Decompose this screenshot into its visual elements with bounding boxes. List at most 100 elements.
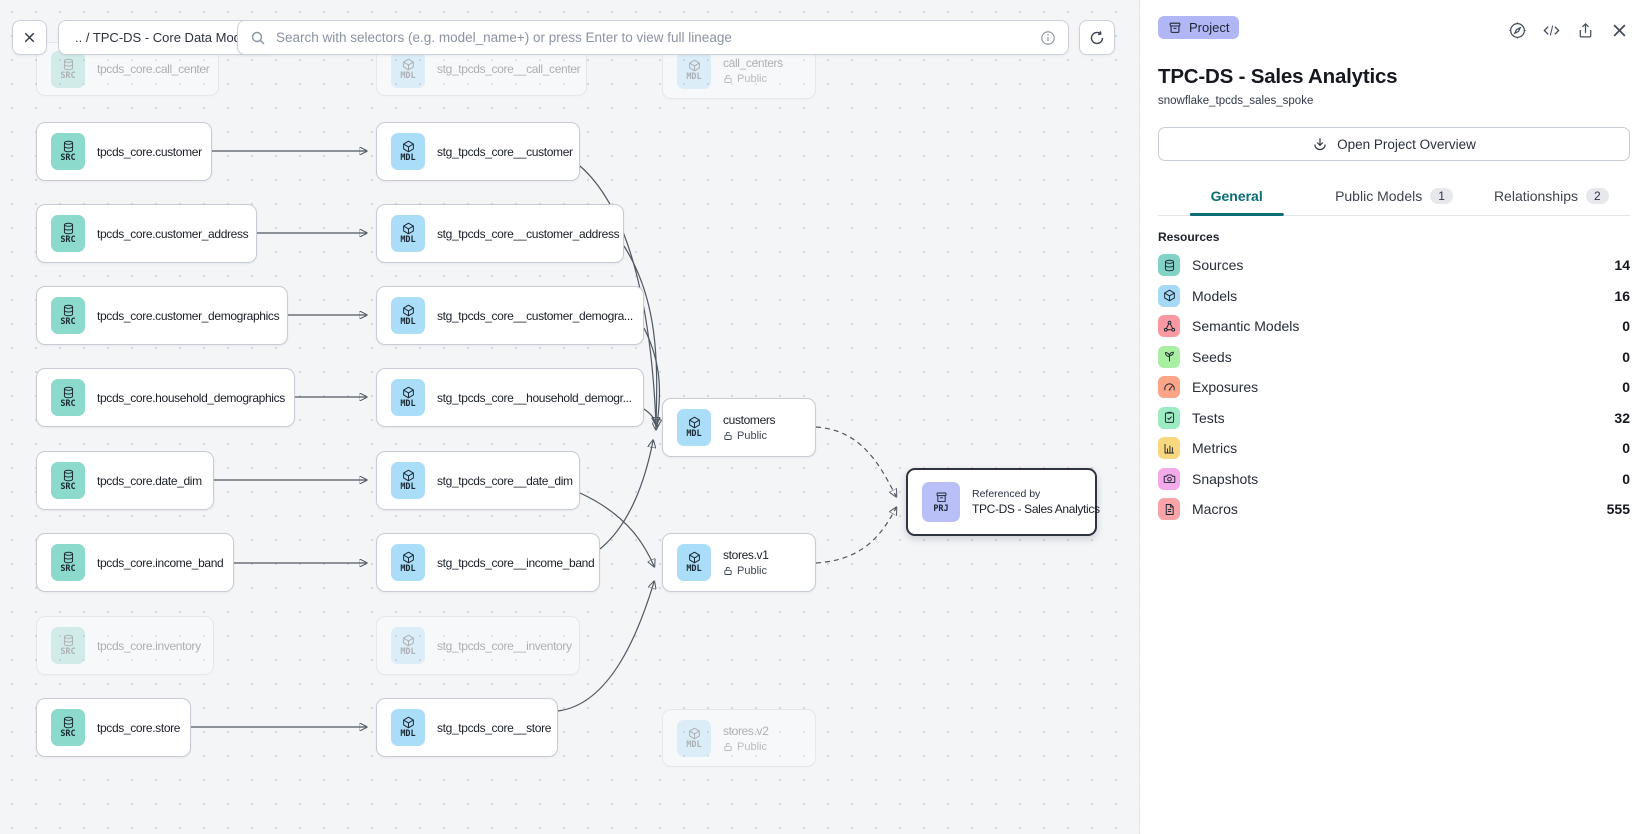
tab-relationships[interactable]: Relationships2 — [1473, 179, 1630, 215]
source-icon: SRC — [51, 215, 85, 252]
info-icon[interactable] — [1040, 30, 1056, 46]
open-project-overview-button[interactable]: Open Project Overview — [1158, 127, 1630, 161]
edge-mdl-income-band-to-pub-customers — [600, 441, 653, 549]
node-text: tpcds_core.customer_address — [97, 227, 242, 241]
refresh-lineage-button[interactable] — [1079, 20, 1115, 55]
resource-row-snapshots: Snapshots0 — [1158, 464, 1630, 495]
resource-count: 0 — [1622, 318, 1630, 334]
close-icon — [1610, 21, 1629, 40]
node-text: tpcds_core.household_demographics — [97, 391, 280, 405]
node-label: tpcds_core.call_center — [97, 62, 204, 76]
graph-node-mdl-customer-address[interactable]: MDL stg_tpcds_core__customer_address — [376, 204, 624, 263]
project-icon — [1168, 21, 1182, 35]
node-label: tpcds_core.income_band — [97, 556, 219, 570]
lock-open-icon — [723, 74, 733, 84]
node-label: stores.v2 — [723, 724, 769, 738]
resources-heading: Resources — [1158, 230, 1630, 244]
node-text: stg_tpcds_core__customer — [437, 145, 565, 159]
source-icon: SRC — [51, 709, 85, 746]
graph-node-src-household-demographics[interactable]: SRCtpcds_core.household_demographics — [36, 368, 295, 427]
open-overview-icon — [1312, 136, 1328, 152]
node-label: stg_tpcds_core__customer — [437, 145, 565, 159]
resource-count: 0 — [1622, 440, 1630, 456]
details-panel: Project TPC-DS - Sales Analytics snowfla… — [1139, 0, 1648, 834]
model-icon: MDL — [391, 709, 425, 746]
node-text: stg_tpcds_core__date_dim — [437, 474, 565, 488]
source-icon: SRC — [51, 627, 85, 664]
tab-public-models[interactable]: Public Models1 — [1315, 179, 1472, 215]
lineage-canvas[interactable]: SRCtpcds_core.call_centerSRCtpcds_core.c… — [0, 0, 1139, 834]
explore-lineage-button[interactable] — [1506, 19, 1528, 41]
graph-node-mdl-customer-demographics[interactable]: MDL stg_tpcds_core__customer_demogra... — [376, 286, 644, 345]
semantic-icon — [1158, 315, 1180, 337]
graph-node-mdl-income-band[interactable]: MDLstg_tpcds_core__income_band — [376, 533, 600, 592]
node-text: tpcds_core.inventory — [97, 639, 199, 653]
breadcrumb-label: .. / TPC-DS - Core Data Models — [75, 30, 258, 45]
node-label: tpcds_core.household_demographics — [97, 391, 280, 405]
node-label: customers — [723, 413, 775, 427]
node-text: stg_tpcds_core__inventory — [437, 639, 565, 653]
node-label: stg_tpcds_core__date_dim — [437, 474, 565, 488]
share-button[interactable] — [1574, 19, 1596, 41]
view-code-button[interactable] — [1540, 19, 1562, 41]
source-icon: SRC — [51, 544, 85, 581]
node-text: stg_tpcds_core__customer_demogra... — [437, 309, 629, 323]
close-lineage-button[interactable] — [12, 20, 47, 55]
code-icon — [1542, 21, 1561, 40]
resource-count: 0 — [1622, 379, 1630, 395]
graph-node-src-customer-address[interactable]: SRC tpcds_core.customer_address — [36, 204, 257, 263]
model-icon: MDL — [391, 133, 425, 170]
close-panel-button[interactable] — [1608, 19, 1630, 41]
node-text: call_centersPublic — [723, 56, 783, 85]
node-text: tpcds_core.date_dim — [97, 474, 199, 488]
close-icon — [22, 30, 37, 45]
camera-icon — [1158, 468, 1180, 490]
graph-node-mdl-inventory[interactable]: MDL stg_tpcds_core__inventory — [376, 616, 580, 675]
graph-node-pub-stores-v2[interactable]: MDLstores.v2Public — [662, 709, 816, 767]
graph-node-src-customer[interactable]: SRCtpcds_core.customer — [36, 122, 212, 181]
resource-count: 0 — [1622, 471, 1630, 487]
node-text: tpcds_core.call_center — [97, 62, 204, 76]
model-icon: MDL — [391, 215, 425, 252]
panel-actions — [1506, 19, 1630, 41]
model-icon: MDL — [391, 297, 425, 334]
node-label: TPC-DS - Sales Analytics — [972, 502, 1081, 516]
resource-count: 32 — [1614, 410, 1630, 426]
tab-general[interactable]: General — [1158, 179, 1315, 215]
node-text: tpcds_core.store — [97, 721, 176, 735]
resource-count: 16 — [1614, 288, 1630, 304]
graph-node-src-customer-demographics[interactable]: SRCtpcds_core.customer_demographics — [36, 286, 288, 345]
node-label: tpcds_core.customer — [97, 145, 197, 159]
graph-node-mdl-customer[interactable]: MDL stg_tpcds_core__customer — [376, 122, 580, 181]
node-text: tpcds_core.customer — [97, 145, 197, 159]
graph-node-pub-stores-v1[interactable]: MDLstores.v1Public — [662, 533, 816, 592]
node-access-badge: Public — [723, 430, 775, 442]
node-label: call_centers — [723, 56, 783, 70]
graph-node-prj-sales-analytics[interactable]: PRJReferenced byTPC-DS - Sales Analytics — [906, 468, 1097, 536]
node-label: tpcds_core.store — [97, 721, 176, 735]
edge-mdl-household-demographics-to-pub-customers — [644, 409, 656, 429]
search-input[interactable] — [274, 29, 1032, 46]
resource-row-macros: Macros555 — [1158, 494, 1630, 525]
lineage-search-bar[interactable] — [237, 20, 1069, 55]
graph-node-mdl-household-demographics[interactable]: MDLstg_tpcds_core__household_demogr... — [376, 368, 644, 427]
graph-node-src-store[interactable]: SRC tpcds_core.store — [36, 698, 191, 757]
graph-node-mdl-date-dim[interactable]: MDLstg_tpcds_core__date_dim — [376, 451, 580, 510]
graph-node-mdl-store[interactable]: MDLstg_tpcds_core__store — [376, 698, 558, 757]
node-label: stg_tpcds_core__customer_demogra... — [437, 309, 629, 323]
node-caption: Referenced by — [972, 488, 1081, 500]
node-text: stg_tpcds_core__call_center — [437, 62, 572, 76]
source-icon: SRC — [51, 51, 85, 88]
graph-node-src-income-band[interactable]: SRC tpcds_core.income_band — [36, 533, 234, 592]
model-icon: MDL — [391, 627, 425, 664]
node-label: stg_tpcds_core__customer_address — [437, 227, 609, 241]
graph-node-src-date-dim[interactable]: SRCtpcds_core.date_dim — [36, 451, 214, 510]
document-icon — [1158, 498, 1180, 520]
share-icon — [1576, 21, 1595, 40]
tab-count-badge: 1 — [1430, 188, 1453, 204]
graph-node-pub-customers[interactable]: MDLcustomersPublic — [662, 398, 816, 457]
graph-node-src-inventory[interactable]: SRC tpcds_core.inventory — [36, 616, 214, 675]
tab-label: Relationships — [1494, 188, 1578, 204]
node-label: tpcds_core.customer_address — [97, 227, 242, 241]
open-overview-label: Open Project Overview — [1337, 137, 1476, 152]
